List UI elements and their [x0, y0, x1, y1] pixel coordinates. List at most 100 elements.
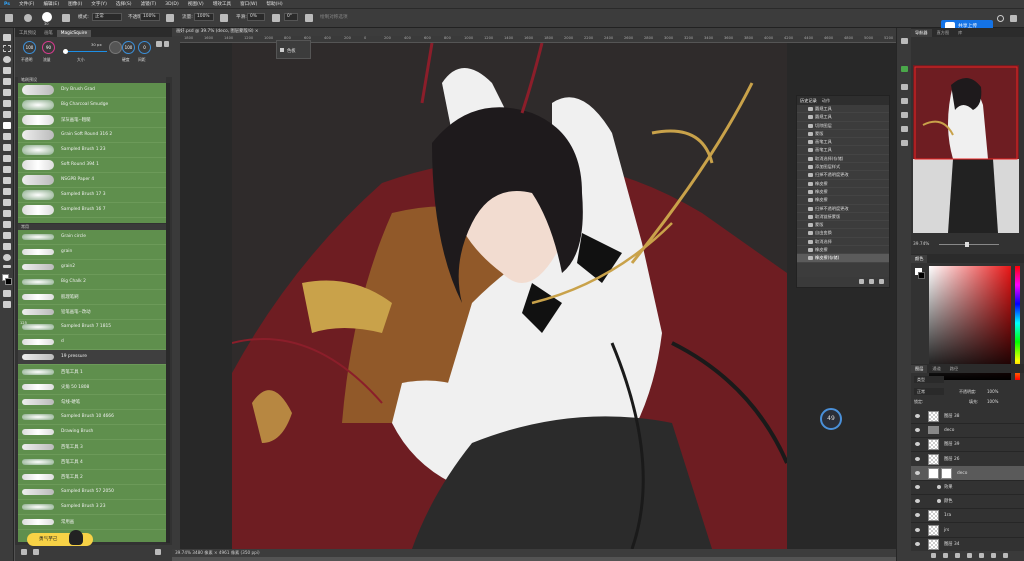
search-icon[interactable]	[997, 15, 1004, 22]
history-item[interactable]: 自由变换	[797, 229, 889, 238]
marquee-tool-icon[interactable]	[3, 45, 11, 52]
brush-item[interactable]: Sampled Brush 10 4666	[18, 410, 166, 425]
hue-slider[interactable]	[1015, 266, 1020, 380]
background-color-swatch[interactable]	[5, 278, 12, 285]
navigator-zoom-slider[interactable]	[939, 244, 999, 245]
history-item[interactable]: 切除图层	[797, 122, 889, 130]
brush-item[interactable]: 西笔工具 1	[18, 365, 166, 380]
brush-item[interactable]: 西笔工具 3	[18, 440, 166, 455]
brush-item[interactable]: Sampled Brush 3 23	[18, 500, 166, 515]
history-item[interactable]: 圆规工具	[797, 113, 889, 122]
menu-filter[interactable]: 滤镜(T)	[141, 1, 157, 7]
visibility-eye-icon[interactable]	[915, 485, 920, 489]
color-swatch-icon[interactable]	[901, 66, 908, 72]
history-item[interactable]: 画笔工具	[797, 138, 889, 147]
visibility-eye-icon[interactable]	[915, 414, 920, 418]
bg-color-chip[interactable]	[918, 272, 925, 279]
history-item[interactable]: 橡皮擦	[797, 180, 889, 188]
smoothing-input[interactable]: 0%	[247, 13, 265, 21]
history-item[interactable]: 扫掉不透明度更改	[797, 171, 889, 180]
tab-history[interactable]: 历史记录	[800, 98, 817, 104]
brush-item[interactable]: Big Charcoal Smudge	[18, 98, 166, 113]
layer-filter[interactable]: 类型	[914, 376, 944, 383]
angle-input[interactable]: 0°	[284, 13, 298, 21]
ratio-dial[interactable]: 0	[138, 41, 151, 54]
visibility-eye-icon[interactable]	[915, 513, 920, 518]
pressure-opacity-icon[interactable]	[166, 14, 174, 22]
flow-dial[interactable]: 90	[42, 41, 55, 54]
styles-icon[interactable]	[901, 112, 908, 118]
layer-row[interactable]: jrs	[911, 523, 1024, 538]
layer-row[interactable]: deco	[911, 465, 1024, 481]
menu-3d[interactable]: 3D(D)	[165, 2, 179, 7]
brush-tool-icon[interactable]	[3, 122, 11, 129]
new-folder-icon[interactable]	[21, 549, 27, 555]
brush-item[interactable]: Grain Soft Round 316 2	[18, 128, 166, 143]
brush-item[interactable]: Big Chalk 2	[18, 275, 166, 290]
shape-tool-icon[interactable]	[3, 232, 11, 239]
history-item[interactable]: 橡皮擦	[797, 246, 889, 255]
layer-row[interactable]: 图层 34	[911, 537, 1024, 552]
mode-select[interactable]: 正常	[92, 13, 122, 21]
clone-stamp-icon[interactable]	[3, 133, 11, 140]
layer-row[interactable]: 图层 39	[911, 437, 1024, 453]
panel-menu-icon[interactable]	[164, 41, 169, 47]
tab-histogram[interactable]: 直方图	[933, 29, 954, 37]
import-icon[interactable]	[33, 549, 39, 555]
tab-libraries[interactable]: 库	[954, 29, 966, 37]
layer-row[interactable]: 图层 38	[911, 409, 1024, 424]
brush-item[interactable]: Sampled Brush 17 3	[18, 188, 166, 203]
brush-item[interactable]: grain2	[18, 260, 166, 275]
brush-item[interactable]: 西笔工具 2	[18, 470, 166, 485]
healing-brush-icon[interactable]	[3, 111, 11, 118]
tab-channels[interactable]: 通道	[928, 365, 944, 373]
layer-row[interactable]: deco	[911, 423, 1024, 439]
brush-item[interactable]: 常用画	[18, 515, 166, 530]
brush-item[interactable]: 西笔工具 4	[18, 455, 166, 470]
history-icon[interactable]	[901, 38, 908, 44]
navigator-zoom[interactable]: 39.74%	[913, 242, 929, 247]
history-item[interactable]: 橡皮擦(存储)	[797, 254, 889, 263]
new-layer-icon[interactable]	[991, 553, 996, 558]
dodge-tool-icon[interactable]	[3, 188, 11, 195]
history-item[interactable]: 添加图层样式	[797, 163, 889, 172]
artwork-canvas[interactable]	[232, 43, 787, 549]
history-item[interactable]: 蒙版	[797, 221, 889, 230]
gradient-tool-icon[interactable]	[3, 166, 11, 173]
history-item[interactable]: 取消选择(存储)	[797, 155, 889, 164]
brush-item[interactable]: d	[18, 335, 166, 350]
brush-item[interactable]: Sampled Brush 1 23	[18, 143, 166, 158]
history-item[interactable]: 蒙版	[797, 130, 889, 139]
color-field[interactable]	[929, 266, 1011, 380]
brush-panel-scrollbar[interactable]	[166, 83, 170, 543]
delete-layer-icon[interactable]	[1003, 553, 1008, 558]
visibility-eye-icon[interactable]	[915, 541, 920, 546]
hardness-dial[interactable]	[109, 41, 122, 54]
brush-item[interactable]: Dry Brush Grad	[18, 83, 166, 98]
workspace-icon[interactable]	[1010, 15, 1017, 22]
move-tool-icon[interactable]	[3, 34, 11, 41]
history-item[interactable]: 画笔工具	[797, 146, 889, 155]
tab-actions[interactable]: 动作	[822, 98, 830, 104]
pressure-size-icon[interactable]	[305, 14, 313, 22]
size-slider[interactable]	[63, 51, 107, 52]
navigator-zoom-handle[interactable]	[965, 242, 969, 247]
opacity-dial[interactable]: 100	[23, 41, 36, 54]
brush-item[interactable]: Drawing Brush	[18, 425, 166, 440]
quick-mask-icon[interactable]	[3, 290, 11, 297]
tab-color[interactable]: 颜色	[911, 255, 928, 263]
brush-item[interactable]: 125 Sampled Brush 7 1815	[18, 320, 166, 335]
app-logo-icon[interactable]: Ps	[4, 2, 10, 7]
brush-item[interactable]: 深灰画笔--粗糙	[18, 113, 166, 128]
camera-icon[interactable]	[869, 279, 874, 284]
screen-mode-icon[interactable]	[3, 301, 11, 308]
menu-help[interactable]: 帮助(H)	[266, 1, 282, 7]
brush-item[interactable]: 尖角 50 1808	[18, 380, 166, 395]
visibility-eye-icon[interactable]	[915, 470, 920, 475]
crop-tool-icon[interactable]	[3, 78, 11, 85]
brush-item[interactable]: Sampled Brush 16 7	[18, 203, 166, 218]
lasso-tool-icon[interactable]	[3, 56, 11, 63]
history-item[interactable]: 橡皮擦	[797, 188, 889, 197]
layer-row[interactable]: 1ra	[911, 508, 1024, 524]
brush-item[interactable]: Grain circle	[18, 230, 166, 245]
